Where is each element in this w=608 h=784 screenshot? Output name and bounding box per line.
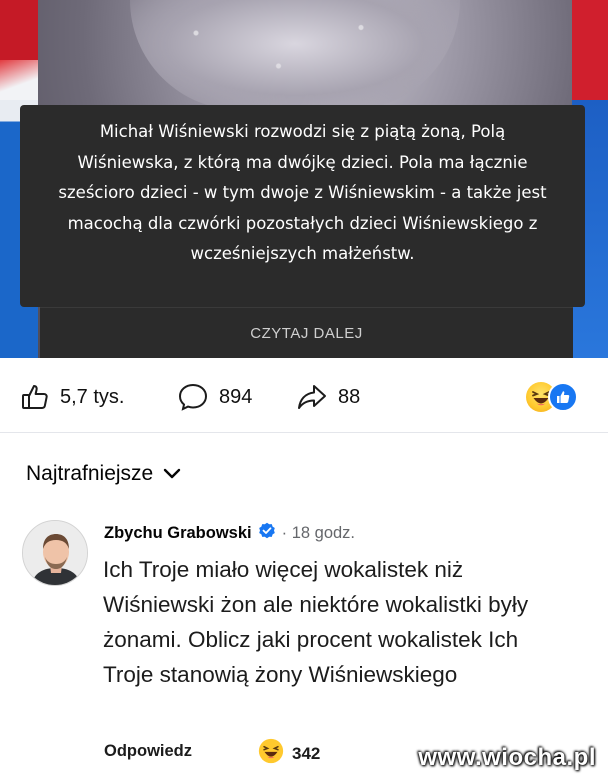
- post-image[interactable]: Michał Wiśniewski rozwodzi się z piątą ż…: [0, 0, 608, 358]
- share-button[interactable]: 88: [296, 382, 360, 412]
- like-count: 5,7 tys.: [60, 385, 125, 408]
- sort-label: Najtrafniejsze: [26, 462, 154, 485]
- haha-emoji-icon: [258, 738, 284, 769]
- comment-text: Ich Troje miało więcej wokalistek niż Wi…: [103, 557, 529, 687]
- comment-sort-selector[interactable]: Najtrafniejsze: [26, 462, 181, 486]
- verified-badge-icon: [258, 522, 276, 545]
- reactions-bar: 5,7 tys. 894 88: [0, 368, 608, 424]
- comment-count: 894: [219, 385, 253, 408]
- comment-timestamp[interactable]: · 18 godz.: [282, 524, 355, 543]
- comment-author[interactable]: Zbychu Grabowski: [104, 524, 252, 543]
- divider: [0, 432, 608, 433]
- reply-button[interactable]: Odpowiedz: [104, 742, 192, 761]
- read-more-button[interactable]: CZYTAJ DALEJ: [40, 307, 573, 358]
- comment-author-row: Zbychu Grabowski · 18 godz.: [104, 522, 355, 545]
- like-button[interactable]: 5,7 tys.: [20, 382, 124, 412]
- like-badge-icon: [548, 382, 578, 412]
- post-caption: Michał Wiśniewski rozwodzi się z piątą ż…: [20, 105, 585, 307]
- comment-button[interactable]: 894: [177, 382, 252, 412]
- comment-bubble-icon: [177, 382, 209, 412]
- thumbs-up-icon: [20, 382, 50, 412]
- comment-reaction-count: 342: [292, 743, 321, 763]
- share-arrow-icon: [296, 382, 328, 412]
- comment-reaction-summary[interactable]: 342: [258, 738, 320, 769]
- watermark: www.wiocha.pl: [418, 744, 596, 771]
- reaction-summary[interactable]: [526, 382, 580, 412]
- avatar[interactable]: [22, 520, 88, 586]
- share-count: 88: [338, 385, 361, 408]
- chevron-down-icon: [163, 462, 181, 486]
